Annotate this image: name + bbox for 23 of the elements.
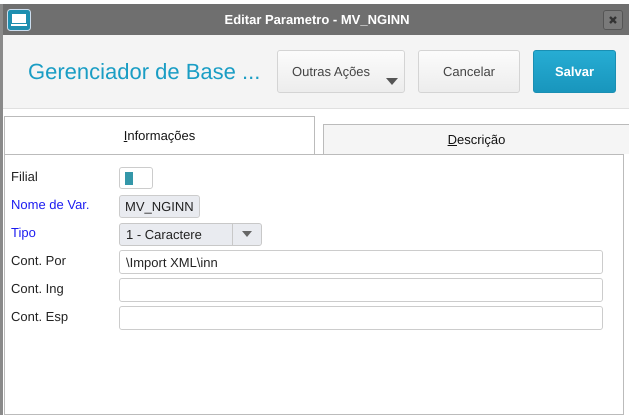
tab[interactable]: Descrição (323, 124, 629, 154)
field-label: Cont. Por (11, 252, 67, 268)
field-label: Tipo (11, 224, 37, 240)
field-label: Cont. Esp (11, 308, 70, 324)
input-field[interactable] (119, 306, 603, 330)
close-button[interactable] (603, 10, 623, 30)
input-field[interactable]: \Import XML\inn (119, 250, 603, 274)
close-icon (608, 14, 618, 24)
caret-icon (386, 78, 398, 85)
branch-field[interactable] (119, 167, 153, 189)
page-title: Gerenciador de Base ... (28, 58, 262, 84)
tab[interactable]: Informações (4, 116, 315, 154)
field-label: Filial (11, 168, 39, 184)
caret-icon (242, 231, 252, 237)
window-title: Editar Parametro - MV_NGINN (224, 12, 410, 27)
more-actions-button[interactable]: Outras Ações (277, 50, 405, 93)
variable-name-field: MV_NGINN (119, 194, 200, 218)
input-field[interactable] (119, 278, 603, 302)
type-dropdown[interactable]: 1 - Caractere (119, 222, 262, 246)
cancel-button[interactable]: Cancelar (418, 50, 520, 93)
field-label: Cont. Ing (11, 280, 65, 296)
monitor-icon (7, 8, 31, 30)
field-label: Nome de Var. (11, 196, 91, 212)
